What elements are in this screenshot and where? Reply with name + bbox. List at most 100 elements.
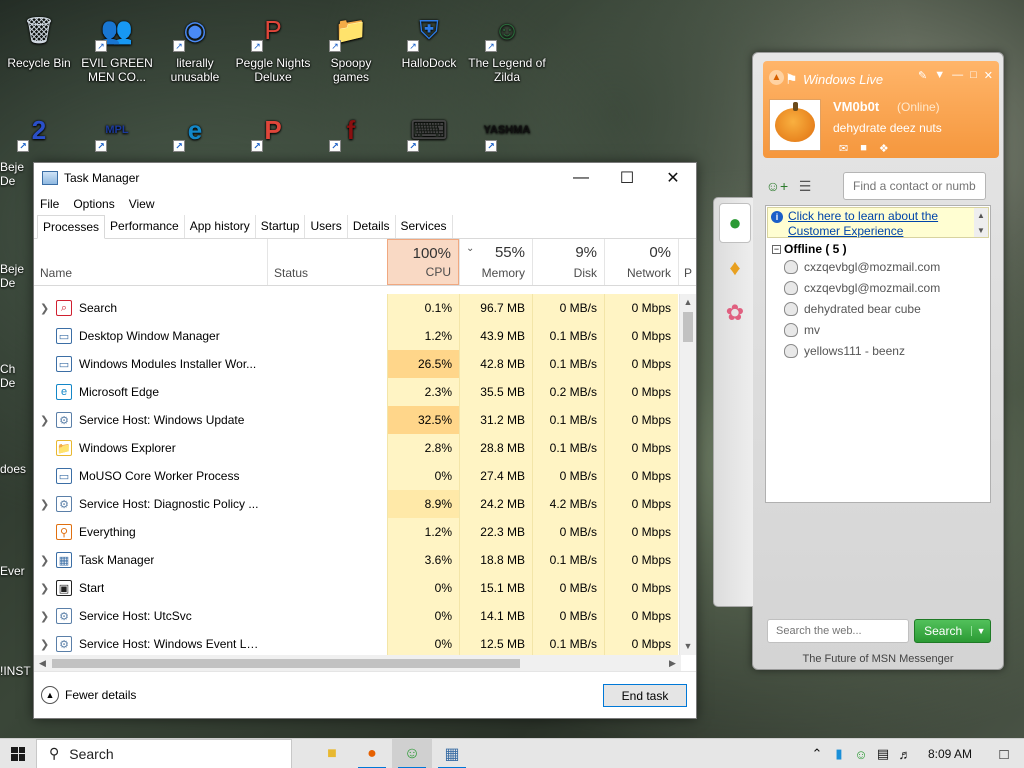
search-dropdown-icon[interactable]: ▼ (971, 626, 990, 636)
minimize-icon[interactable]: — (952, 69, 963, 82)
column-disk[interactable]: 9% Disk (532, 239, 604, 285)
task-manager-taskbar-icon[interactable]: ▦ (432, 739, 472, 768)
table-row[interactable]: e Microsoft Edge 2.3% 35.5 MB 0.2 MB/s 0 Mbps (34, 378, 681, 406)
folder-icon[interactable]: ■ (860, 142, 867, 155)
column-cpu[interactable]: 100% CPU (387, 239, 459, 285)
menu-view[interactable]: View (129, 197, 155, 211)
desktop-icon-row2-0[interactable]: 2 ↗ (0, 108, 78, 156)
desktop-icon-row2-1[interactable]: MPL ↗ (78, 108, 156, 156)
horizontal-scrollbar[interactable]: ◀ ▶ (34, 655, 681, 672)
table-row[interactable]: ❯ ⚙ Service Host: Windows Event Log 0% 12.5 … (34, 630, 681, 655)
display-picture[interactable] (769, 99, 821, 151)
desktop-icon-row2-3[interactable]: P ↗ (234, 108, 312, 156)
contacts-tab-icon[interactable]: ● (719, 203, 751, 243)
desktop-partial-label[interactable]: De (0, 276, 15, 290)
close-button[interactable]: ✕ (650, 163, 696, 193)
tab-performance[interactable]: Performance (105, 215, 185, 238)
contact-item[interactable]: cxzqevbgl@mozmail.com (766, 277, 990, 298)
scroll-right-icon[interactable]: ▶ (664, 655, 681, 672)
dropdown-icon[interactable]: ▼ (934, 69, 945, 82)
table-row[interactable]: ❯ ⚙ Service Host: Windows Update 32.5% 31.2 … (34, 406, 681, 434)
expand-chevron-icon[interactable]: ❯ (40, 610, 56, 623)
add-contact-icon[interactable]: ☺+ (763, 174, 791, 198)
column-memory[interactable]: ⌄ 55% Memory (459, 239, 532, 285)
contact-item[interactable]: mv (766, 319, 990, 340)
tab-startup[interactable]: Startup (256, 215, 306, 238)
file-explorer-icon[interactable]: ■ (312, 739, 352, 768)
taskbar-search[interactable]: ⚲ Search (36, 738, 292, 768)
tray-overflow-icon[interactable]: ⌃ (806, 746, 828, 762)
desktop-icon-row2-2[interactable]: e ↗ (156, 108, 234, 156)
desktop-partial-label[interactable]: Ever (0, 564, 25, 578)
maximize-button[interactable]: ☐ (604, 163, 650, 193)
tab-app-history[interactable]: App history (185, 215, 256, 238)
cards-tab-icon[interactable]: ✿ (719, 293, 751, 333)
tab-details[interactable]: Details (348, 215, 396, 238)
vertical-scrollbar[interactable]: ▲ ▼ (679, 294, 696, 655)
desktop-partial-label[interactable]: does (0, 462, 26, 476)
customer-experience-link[interactable]: i Click here to learn about the Customer… (767, 207, 989, 238)
minimize-button[interactable]: — (558, 163, 604, 193)
table-row[interactable]: ❯ ▦ Task Manager 3.6% 18.8 MB 0.1 MB/s 0 Mbps (34, 546, 681, 574)
online-status[interactable]: (Online) (897, 100, 940, 114)
desktop-icon-2[interactable]: ◉ ↗ literally unusable (156, 8, 234, 84)
tab-services[interactable]: Services (396, 215, 453, 238)
column-status[interactable]: Status (267, 239, 387, 285)
table-row[interactable]: ▭ Desktop Window Manager 1.2% 43.9 MB 0.1 MB… (34, 322, 681, 350)
table-row[interactable]: ⚲ Everything 1.2% 22.3 MB 0 MB/s 0 Mbps (34, 518, 681, 546)
scroll-up-icon[interactable]: ▲ (680, 294, 696, 311)
tray-app-icon[interactable]: ▮ (828, 746, 850, 762)
title-bar[interactable]: Task Manager — ☐ ✕ (34, 163, 696, 193)
desktop-icon-0[interactable]: 🗑 Recycle Bin (0, 8, 78, 70)
sort-list-icon[interactable]: ☰ (791, 174, 819, 198)
desktop-icon-6[interactable]: ☺ ↗ The Legend of Zilda (468, 8, 546, 84)
messenger-taskbar-icon[interactable]: ☺ (392, 738, 432, 768)
desktop-icon-4[interactable]: 📁 ↗ Spoopy games (312, 8, 390, 84)
web-search-button[interactable]: Search ▼ (914, 619, 991, 643)
find-contact-input[interactable] (843, 172, 986, 200)
table-row[interactable]: 📁 Windows Explorer 2.8% 28.8 MB 0.1 MB/s 0 Mb… (34, 434, 681, 462)
desktop-partial-label[interactable]: Beje (0, 160, 24, 174)
expand-chevron-icon[interactable]: ❯ (40, 498, 56, 511)
contact-item[interactable]: cxzqevbgl@mozmail.com (766, 256, 990, 277)
desktop-partial-label[interactable]: Beje (0, 262, 24, 276)
expand-chevron-icon[interactable]: ❯ (40, 554, 56, 567)
desktop-icon-5[interactable]: ⛨ ↗ HalloDock (390, 8, 468, 70)
scroll-thumb[interactable] (683, 312, 693, 342)
task-manager-window[interactable]: Task Manager — ☐ ✕ File Options View Pro… (33, 162, 697, 719)
bell-tab-icon[interactable]: ♦ (719, 248, 751, 288)
table-row[interactable]: ❯ ⚙ Service Host: Diagnostic Policy ... 8.9… (34, 490, 681, 518)
desktop-icon-row2-4[interactable]: f ↗ (312, 108, 390, 156)
pin-icon[interactable]: ✎ (918, 69, 927, 82)
desktop-icon-row2-6[interactable]: YASHMA ↗ (468, 108, 546, 156)
hscroll-thumb[interactable] (52, 659, 520, 668)
table-row[interactable]: ▭ MoUSO Core Worker Process 0% 27.4 MB 0 MB/… (34, 462, 681, 490)
contact-item[interactable]: dehydrated bear cube (766, 298, 990, 319)
column-name[interactable]: Name (34, 239, 267, 285)
network-icon[interactable]: ▤ (872, 746, 894, 762)
messenger-window[interactable]: ● ♦ ✿ ▲ ⚑ Windows Live ✎ ▼ — □ ✕ VM0b0t … (713, 52, 1004, 670)
table-row[interactable]: ❯ ▣ Start 0% 15.1 MB 0 MB/s 0 Mbps (34, 574, 681, 602)
start-button[interactable] (0, 739, 36, 768)
end-task-button[interactable]: End task (603, 684, 687, 707)
mail-icon[interactable]: ✉ (839, 142, 848, 155)
contact-item[interactable]: yellows111 - beenz (766, 340, 990, 361)
expand-chevron-icon[interactable]: ❯ (40, 638, 56, 651)
volume-icon[interactable]: ♬ (894, 747, 916, 762)
tray-messenger-icon[interactable]: ☺ (850, 747, 872, 762)
desktop-partial-label[interactable]: De (0, 376, 15, 390)
scroll-down-icon[interactable]: ▼ (680, 638, 696, 655)
spaces-icon[interactable]: ❖ (879, 142, 889, 155)
scroll-left-icon[interactable]: ◀ (34, 655, 51, 672)
desktop-partial-label[interactable]: De (0, 174, 15, 188)
personal-message[interactable]: dehydrate deez nuts (833, 121, 942, 135)
menu-file[interactable]: File (40, 197, 59, 211)
column-network[interactable]: 0% Network (604, 239, 678, 285)
tab-users[interactable]: Users (305, 215, 348, 238)
username[interactable]: VM0b0t (833, 99, 879, 114)
desktop-partial-label[interactable]: Ch (0, 362, 15, 376)
notifications-icon[interactable]: □ (984, 746, 1024, 763)
group-offline[interactable]: − Offline ( 5 ) (772, 242, 990, 256)
fewer-details-button[interactable]: ▲ Fewer details (41, 686, 136, 704)
clock[interactable]: 8:09 AM (916, 747, 984, 761)
